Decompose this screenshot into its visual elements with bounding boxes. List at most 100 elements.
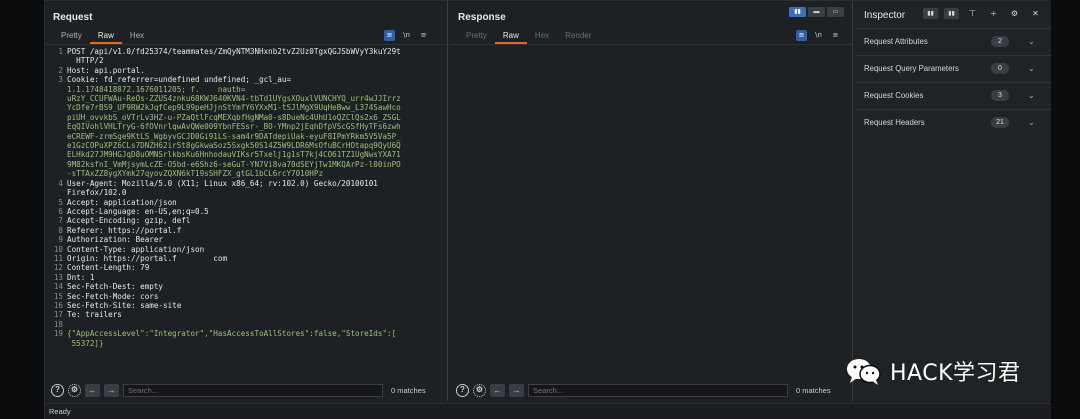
arrow-left-icon[interactable]: ← bbox=[85, 383, 100, 397]
wrap-icon[interactable]: ≡ bbox=[796, 30, 807, 41]
line-text: uRzY_CCUFWAu-ReOs-ZZUS4znku68KWJ640KVN4-… bbox=[67, 94, 401, 104]
line-number: 14 bbox=[53, 282, 63, 292]
layout-alt-icon[interactable]: ▮▮ bbox=[944, 8, 959, 19]
line-text: ELHkd27JM9HGJqD8uOMNSrlkbsKu6HnhodauVIKs… bbox=[67, 150, 401, 160]
code-line: Firefox/102.0 bbox=[51, 188, 446, 197]
code-line: 15 Sec-Fetch-Mode: cors bbox=[51, 292, 446, 301]
request-search-input[interactable] bbox=[123, 383, 383, 397]
code-line: 18 bbox=[51, 320, 446, 329]
response-matches: 0 matches bbox=[796, 385, 831, 395]
inspector-section-request-attributes[interactable]: Request Attributes 2 ⌄ bbox=[855, 28, 1051, 54]
line-text: EqQIVohlVHLTryG-6fOVnrlqwAvQWe009YbnFESs… bbox=[67, 122, 401, 132]
code-line: ELHkd27JM9HGJqD8uOMNSrlkbsKu6HnhodauVIKs… bbox=[51, 150, 446, 159]
tab-divider bbox=[450, 44, 852, 45]
align-top-icon[interactable]: ⊤ bbox=[965, 8, 980, 19]
code-line: 14 Sec-Fetch-Dest: empty bbox=[51, 282, 446, 291]
code-line: 9M82ksfnI_VmMjsymLcZE-O5bd-e6Shz6-seGuT-… bbox=[51, 160, 446, 169]
count-badge: 2 bbox=[991, 36, 1009, 47]
request-panel: Request Pretty Raw Hex ≡ \n ≡ 1 POST /api/v… bbox=[45, 1, 448, 401]
line-text: Content-Type: application/json bbox=[67, 244, 205, 254]
inspector-section-request-cookies[interactable]: Request Cookies 3 ⌄ bbox=[855, 82, 1051, 108]
line-text: 55372]} bbox=[67, 338, 104, 348]
wechat-logo bbox=[846, 357, 882, 385]
line-number bbox=[51, 94, 63, 103]
line-text: Sec-Fetch-Site: same-site bbox=[67, 300, 182, 310]
response-tab-hex[interactable]: Hex bbox=[527, 30, 557, 44]
count-badge: 0 bbox=[991, 63, 1009, 74]
line-text: Authorization: Bearer bbox=[67, 235, 164, 245]
code-line: 55372]} bbox=[51, 339, 446, 348]
line-number bbox=[51, 188, 63, 197]
request-tab-raw[interactable]: Raw bbox=[89, 30, 122, 44]
response-search-input[interactable] bbox=[528, 383, 788, 397]
line-number: 7 bbox=[58, 216, 63, 226]
gear-icon[interactable]: ⚙ bbox=[68, 383, 81, 397]
wrap-icon[interactable]: ≡ bbox=[384, 30, 395, 41]
watermark: HACK学习君 bbox=[846, 355, 1021, 387]
code-line: 6 Accept-Language: en-US,en;q=0.5 bbox=[51, 207, 446, 216]
code-line: 12 Content-Length: 79 bbox=[51, 263, 446, 272]
request-tabs: Pretty Raw Hex bbox=[53, 30, 152, 44]
line-number: 18 bbox=[53, 319, 63, 329]
code-line: 17 Te: trailers bbox=[51, 310, 446, 319]
split-icon[interactable]: ÷ bbox=[986, 8, 1001, 19]
code-line: 13 Dnt: 1 bbox=[51, 273, 446, 282]
gear-icon[interactable]: ⚙ bbox=[473, 383, 486, 397]
line-number: 11 bbox=[53, 253, 63, 263]
inspector-tools: ▮▮ ▮▮ ⊤ ÷ ⚙ ✕ bbox=[923, 8, 1043, 19]
help-icon[interactable]: ? bbox=[456, 383, 469, 397]
newline-icon[interactable]: \n bbox=[813, 30, 824, 41]
line-number: 12 bbox=[53, 263, 63, 273]
line-number: 8 bbox=[58, 225, 63, 235]
menu-icon[interactable]: ≡ bbox=[830, 30, 841, 41]
menu-icon[interactable]: ≡ bbox=[418, 30, 429, 41]
gear-icon[interactable]: ⚙ bbox=[1007, 8, 1022, 19]
line-text: Accept: application/json bbox=[67, 197, 177, 207]
arrow-right-icon[interactable]: → bbox=[104, 383, 119, 397]
response-editor[interactable] bbox=[456, 47, 851, 377]
section-label: Request Headers bbox=[864, 118, 925, 127]
newline-icon[interactable]: \n bbox=[401, 30, 412, 41]
response-tab-raw[interactable]: Raw bbox=[494, 30, 527, 44]
close-icon[interactable]: ✕ bbox=[1028, 8, 1043, 19]
line-text: Firefox/102.0 bbox=[67, 188, 127, 198]
chevron-down-icon[interactable]: ⌄ bbox=[1028, 37, 1035, 46]
request-tab-hex[interactable]: Hex bbox=[122, 30, 152, 44]
response-tab-render[interactable]: Render bbox=[557, 30, 599, 44]
line-number: 13 bbox=[53, 272, 63, 282]
layout-icon[interactable]: ▮▮ bbox=[923, 8, 938, 19]
inspector-section-request-query-parameters[interactable]: Request Query Parameters 0 ⌄ bbox=[855, 55, 1051, 81]
request-editor[interactable]: 1 POST /api/v1.0/fd25374/teammates/ZmQyNT… bbox=[51, 47, 446, 377]
watermark-text: HACK学习君 bbox=[890, 361, 1021, 386]
arrow-right-icon[interactable]: → bbox=[509, 383, 524, 397]
line-number: 15 bbox=[53, 291, 63, 301]
section-label: Request Attributes bbox=[864, 37, 928, 46]
request-title: Request bbox=[53, 12, 93, 23]
line-text: YcDfe7rBS9_UF9RW2kJqfCep9L99peHJjnStYmfY… bbox=[67, 103, 401, 113]
code-line: eCREWF-zrmSge9KtLS_WgbyvGCJD0Gi91LS-sam4… bbox=[51, 132, 446, 141]
code-line: 2 Host: api.portal. bbox=[51, 66, 446, 75]
chevron-down-icon[interactable]: ⌄ bbox=[1028, 118, 1035, 127]
line-number: 3 bbox=[58, 75, 63, 85]
line-number: 5 bbox=[58, 197, 63, 207]
chevron-down-icon[interactable]: ⌄ bbox=[1028, 91, 1035, 100]
help-icon[interactable]: ? bbox=[51, 383, 64, 397]
line-number bbox=[51, 141, 63, 150]
line-text: {"AppAccessLevel":"Integrator","HasAcces… bbox=[67, 329, 397, 339]
inspector-panel: Inspector ▮▮ ▮▮ ⊤ ÷ ⚙ ✕ Request Attribut… bbox=[855, 1, 1051, 401]
code-line: YcDfe7rBS9_UF9RW2kJqfCep9L99peHJjnStYmfY… bbox=[51, 103, 446, 112]
arrow-left-icon[interactable]: ← bbox=[490, 383, 505, 397]
code-line: 7 Accept-Encoding: gzip, defl bbox=[51, 216, 446, 225]
code-line: 9 Authorization: Bearer bbox=[51, 235, 446, 244]
line-number bbox=[51, 85, 63, 94]
response-tab-pretty[interactable]: Pretty bbox=[458, 30, 495, 44]
chevron-down-icon[interactable]: ⌄ bbox=[1028, 64, 1035, 73]
line-text: User-Agent: Mozilla/5.0 (X11; Linux x86_… bbox=[67, 178, 378, 188]
code-line: 8 Referer: https://portal.f bbox=[51, 226, 446, 235]
inspector-section-request-headers[interactable]: Request Headers 21 ⌄ bbox=[855, 109, 1051, 135]
code-line: uRzY_CCUFWAu-ReOs-ZZUS4znku68KWJ640KVN4-… bbox=[51, 94, 446, 103]
count-badge: 3 bbox=[991, 90, 1009, 101]
code-line: piUH_ovvkbS_oVTrLv3HZ-u-PZaQtlFcqMEXqbfH… bbox=[51, 113, 446, 122]
count-badge: 21 bbox=[991, 117, 1009, 128]
request-tab-pretty[interactable]: Pretty bbox=[53, 30, 90, 44]
